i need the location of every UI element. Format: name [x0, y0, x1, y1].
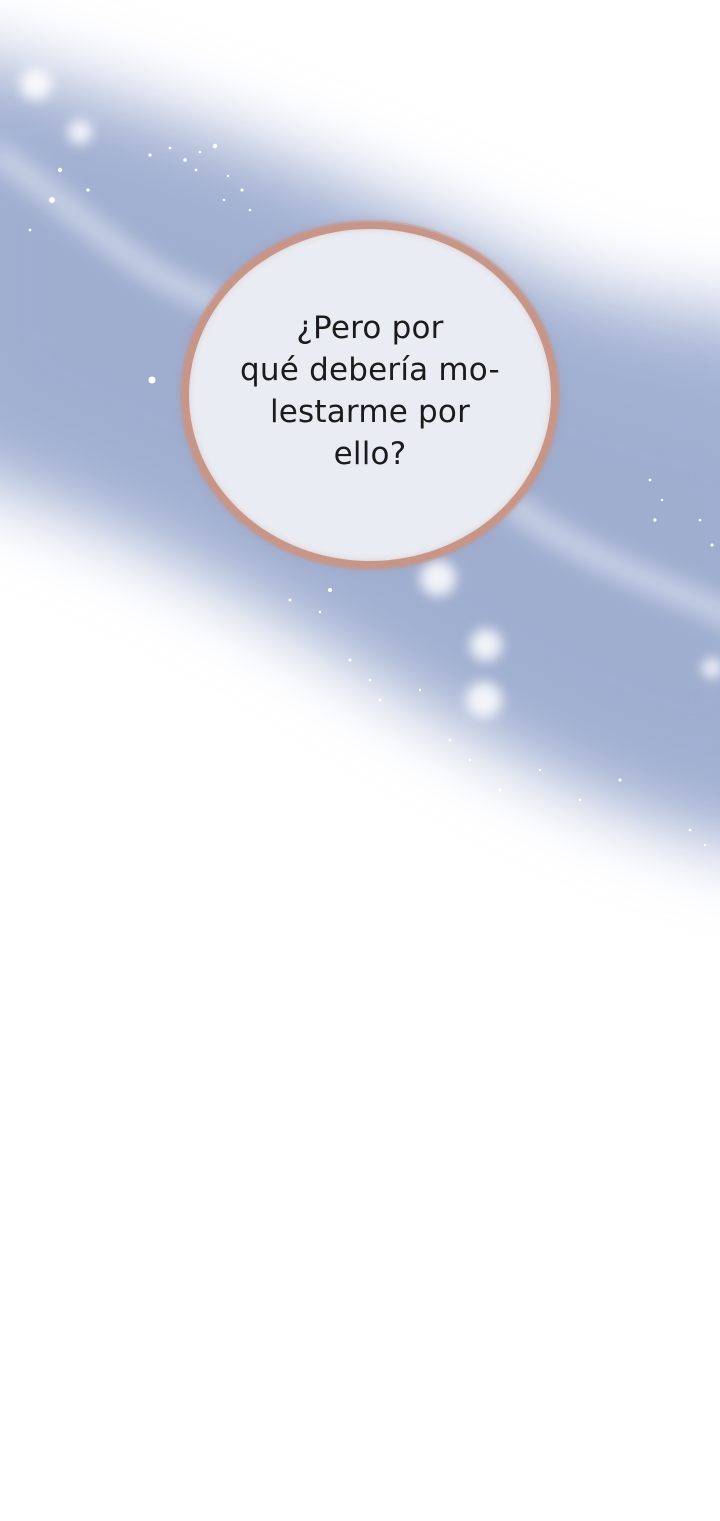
speech-line-2: qué debería mo- [240, 352, 500, 388]
speech-line-4: ello? [333, 436, 407, 472]
speech-bubble-text: ¿Pero por qué debería mo- lestarme por e… [240, 307, 500, 475]
speech-line-3: lestarme por [269, 394, 471, 430]
comic-panel: ¿Pero por qué debería mo- lestarme por e… [0, 0, 720, 1521]
speech-line-1: ¿Pero por [296, 310, 444, 346]
speech-bubble: ¿Pero por qué debería mo- lestarme por e… [182, 222, 558, 568]
